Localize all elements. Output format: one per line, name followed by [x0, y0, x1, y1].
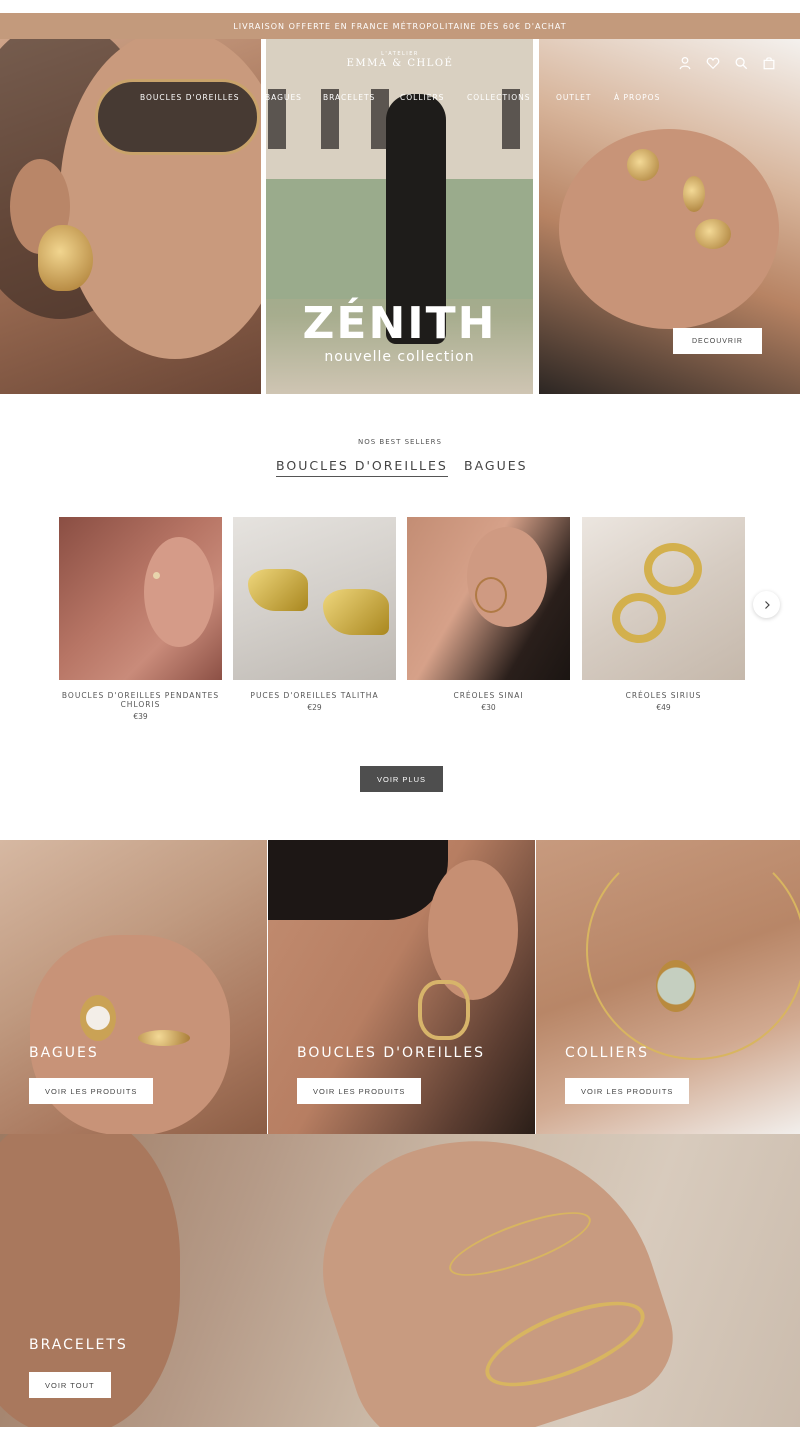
carousel-next-button[interactable] — [753, 591, 780, 618]
ring-shape — [695, 219, 731, 249]
product-price: €30 — [481, 703, 496, 712]
bag-icon[interactable] — [762, 56, 776, 70]
best-sellers-kicker: NOS BEST SELLERS — [358, 438, 442, 446]
discover-button[interactable]: DECOUVRIR — [673, 328, 762, 354]
necklace-shape — [586, 840, 800, 1060]
hoop-shape — [644, 543, 702, 595]
product-price: €49 — [656, 703, 671, 712]
sunglasses-shape — [268, 840, 448, 920]
product-price: €39 — [133, 712, 148, 721]
product-card[interactable]: BOUCLES D'OREILLES PENDANTES CHLORIS €39 — [59, 517, 222, 721]
nav-item-collections[interactable]: COLLECTIONS — [467, 93, 531, 102]
nav-item-bagues[interactable]: BAGUES — [265, 93, 302, 102]
tab-bagues[interactable]: BAGUES — [464, 458, 528, 473]
product-card[interactable]: PUCES D'OREILLES TALITHA €29 — [233, 517, 396, 712]
announcement-text: LIVRAISON OFFERTE EN FRANCE MÉTROPOLITAI… — [233, 21, 567, 31]
ring-shape — [683, 176, 705, 212]
category-title: COLLIERS — [565, 1045, 649, 1061]
product-name[interactable]: CRÉOLES SIRIUS — [582, 691, 745, 700]
header-icons — [678, 56, 776, 70]
nav-item-boucles[interactable]: BOUCLES D'OREILLES — [140, 93, 239, 102]
view-products-button[interactable]: VOIR LES PRODUITS — [565, 1078, 690, 1104]
tab-boucles-doreilles[interactable]: BOUCLES D'OREILLES — [276, 458, 448, 477]
view-products-button[interactable]: VOIR LES PRODUITS — [297, 1078, 422, 1104]
category-bracelets[interactable]: BRACELETS VOIR TOUT — [0, 1134, 800, 1427]
main-nav: BOUCLES D'OREILLES BAGUES BRACELETS COLL… — [0, 93, 800, 105]
nav-item-colliers[interactable]: COLLIERS — [400, 93, 444, 102]
product-name[interactable]: BOUCLES D'OREILLES PENDANTES CHLORIS — [59, 691, 222, 709]
category-title: BAGUES — [29, 1045, 99, 1061]
product-image[interactable] — [582, 517, 745, 680]
ear-shape — [428, 860, 518, 1000]
ear-shape — [144, 537, 214, 647]
product-name[interactable]: CRÉOLES SINAI — [407, 691, 570, 700]
product-image[interactable] — [233, 517, 396, 680]
hoop-shape — [612, 593, 666, 643]
ear-shape — [467, 527, 547, 627]
view-all-button[interactable]: VOIR TOUT — [29, 1372, 111, 1398]
nav-item-a-propos[interactable]: À PROPOS — [614, 93, 660, 102]
earring-shape — [418, 980, 470, 1040]
hero-text: ZÉNITH nouvelle collection — [266, 298, 533, 366]
nav-item-bracelets[interactable]: BRACELETS — [323, 93, 375, 102]
earring-shape — [38, 225, 93, 291]
category-title: BRACELETS — [29, 1337, 128, 1353]
see-more-button[interactable]: VOIR PLUS — [360, 766, 443, 792]
arm-shape — [291, 1134, 689, 1427]
earring-shape — [248, 569, 308, 611]
nav-item-outlet[interactable]: OUTLET — [556, 93, 591, 102]
view-products-button[interactable]: VOIR LES PRODUITS — [29, 1078, 154, 1104]
category-bagues[interactable]: BAGUES VOIR LES PRODUITS — [0, 840, 267, 1134]
heart-icon[interactable] — [706, 56, 720, 70]
product-image[interactable] — [59, 517, 222, 680]
ring-shape — [80, 995, 116, 1041]
product-image[interactable] — [407, 517, 570, 680]
hand-shape — [30, 935, 230, 1134]
product-card[interactable]: CRÉOLES SINAI €30 — [407, 517, 570, 712]
product-name[interactable]: PUCES D'OREILLES TALITHA — [233, 691, 396, 700]
category-title: BOUCLES D'OREILLES — [297, 1045, 486, 1061]
stud-shape — [153, 572, 160, 579]
hand-shape — [559, 129, 779, 329]
sunglasses-shape — [95, 79, 260, 155]
announcement-bar: LIVRAISON OFFERTE EN FRANCE MÉTROPOLITAI… — [0, 13, 800, 39]
earring-shape — [323, 589, 389, 635]
hero-title: ZÉNITH — [302, 298, 497, 349]
ring-shape — [138, 1030, 190, 1046]
product-card[interactable]: CRÉOLES SIRIUS €49 — [582, 517, 745, 712]
product-price: €29 — [307, 703, 322, 712]
hero-subtitle: nouvelle collection — [324, 349, 475, 365]
chevron-right-icon — [764, 600, 770, 609]
search-icon[interactable] — [734, 56, 748, 70]
account-icon[interactable] — [678, 56, 692, 70]
hoop-shape — [475, 577, 507, 613]
category-boucles-doreilles[interactable]: BOUCLES D'OREILLES VOIR LES PRODUITS — [268, 840, 535, 1134]
category-colliers[interactable]: COLLIERS VOIR LES PRODUITS — [536, 840, 800, 1134]
ring-shape — [627, 149, 659, 181]
